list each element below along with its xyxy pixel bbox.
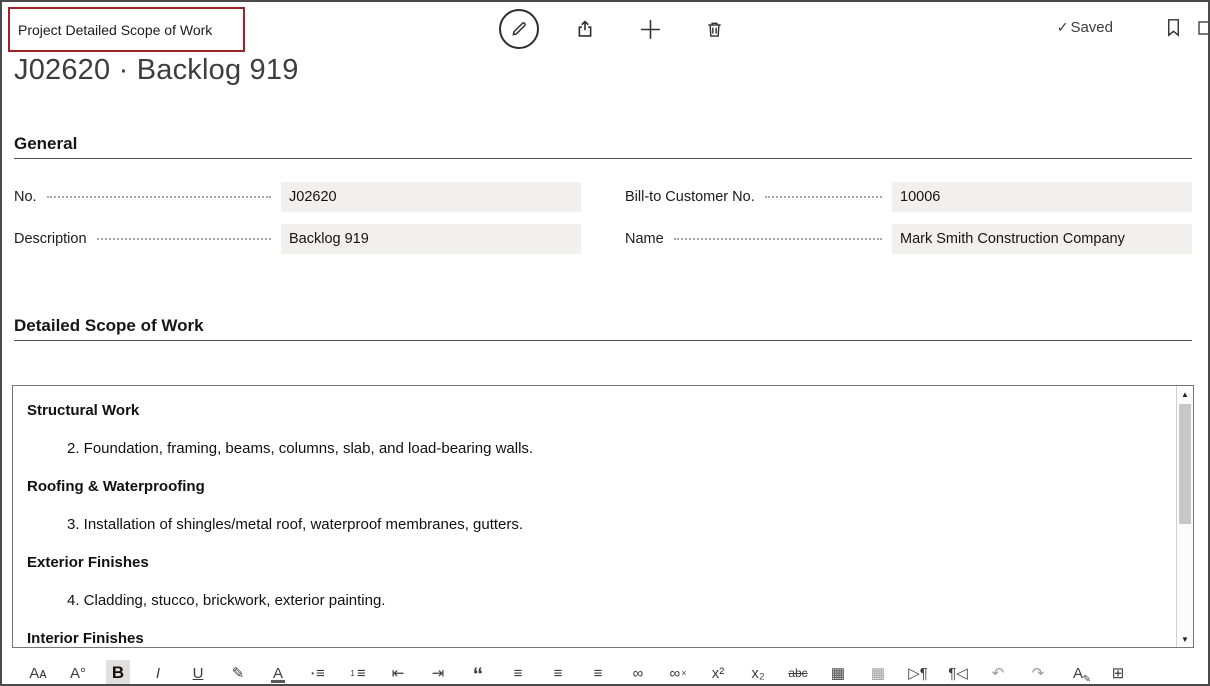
page-title: J02620 · Backlog 919: [14, 54, 299, 87]
bookmark-icon: [1165, 18, 1182, 37]
general-fields: No. Bill-to Customer No. Description Nam…: [14, 182, 1192, 254]
blockquote-button[interactable]: “: [466, 660, 490, 686]
field-description-label: Description: [14, 231, 87, 247]
editor-heading: Structural Work: [27, 400, 1176, 421]
italic-button[interactable]: I: [146, 660, 170, 686]
scope-section-heading: Detailed Scope of Work: [14, 316, 204, 336]
field-billto: Bill-to Customer No.: [625, 182, 1192, 212]
page-caption: Project Detailed Scope of Work: [18, 22, 212, 38]
dotted-leader: [765, 196, 882, 198]
insert-table-button[interactable]: ⊞: [1106, 660, 1130, 686]
share-button[interactable]: [575, 19, 595, 39]
plus-icon: [639, 18, 662, 41]
editor-heading: Interior Finishes: [27, 628, 1176, 647]
editor-content[interactable]: Structural Work 2. Foundation, framing, …: [13, 386, 1176, 647]
field-no-label: No.: [14, 189, 37, 205]
bullet-list-button[interactable]: ≡: [306, 660, 330, 686]
editor-paragraph: 4. Cladding, stucco, brickwork, exterior…: [67, 590, 1176, 611]
pencil-icon: [510, 20, 528, 38]
editor-heading: Roofing & Waterproofing: [27, 476, 1176, 497]
editor-toolbar: Aᴀ A° B I U ✎ A ≡ ≡ ⇤ ⇥ “ ≡ ≡ ≡ ∞ ∞ x² x…: [2, 658, 1208, 686]
field-no-input[interactable]: [281, 182, 581, 212]
window-edge-button[interactable]: [1198, 21, 1210, 35]
share-icon: [575, 19, 595, 39]
grow-font-button[interactable]: A°: [66, 660, 90, 686]
field-no: No.: [14, 182, 581, 212]
page-caption-highlight: Project Detailed Scope of Work: [8, 7, 245, 52]
field-name-input[interactable]: [892, 224, 1192, 254]
scroll-up-icon[interactable]: ▲: [1177, 386, 1193, 402]
insert-link-button[interactable]: ∞: [626, 660, 650, 686]
rtl-button[interactable]: ¶◁: [946, 660, 970, 686]
bold-button[interactable]: B: [106, 660, 130, 686]
editor-heading: Exterior Finishes: [27, 552, 1176, 573]
ltr-button[interactable]: ▷¶: [906, 660, 930, 686]
indent-button[interactable]: ⇥: [426, 660, 450, 686]
scroll-down-icon[interactable]: ▼: [1177, 631, 1193, 647]
dotted-leader: [674, 238, 882, 240]
general-section-heading: General: [14, 134, 77, 154]
save-status-label: Saved: [1070, 19, 1113, 36]
editor-scrollbar[interactable]: ▲ ▼: [1176, 386, 1193, 647]
edit-button[interactable]: [499, 9, 539, 49]
subscript-button[interactable]: x₂: [746, 660, 770, 686]
field-billto-input[interactable]: [892, 182, 1192, 212]
dotted-leader: [97, 238, 271, 240]
dotted-leader: [47, 196, 271, 198]
editor-paragraph: 3. Installation of shingles/metal roof, …: [67, 514, 1176, 535]
remove-link-button[interactable]: ∞: [666, 660, 690, 686]
strikethrough-button[interactable]: abc: [786, 660, 810, 686]
font-color-button[interactable]: A: [266, 660, 290, 686]
trash-icon: [705, 20, 724, 39]
field-description: Description: [14, 224, 581, 254]
number-list-button[interactable]: ≡: [346, 660, 370, 686]
insert-image-button[interactable]: ▦: [826, 660, 850, 686]
field-name-label: Name: [625, 231, 664, 247]
scrollbar-thumb[interactable]: [1179, 404, 1191, 524]
general-section-divider: [14, 158, 1192, 159]
outdent-button[interactable]: ⇤: [386, 660, 410, 686]
square-icon: [1198, 21, 1210, 35]
align-left-button[interactable]: ≡: [506, 660, 530, 686]
clear-format-button[interactable]: A: [1066, 660, 1090, 686]
scope-section-divider: [14, 340, 1192, 341]
delete-button[interactable]: [705, 20, 724, 39]
bookmark-button[interactable]: [1165, 18, 1182, 37]
underline-button[interactable]: U: [186, 660, 210, 686]
field-billto-label: Bill-to Customer No.: [625, 189, 755, 205]
undo-button[interactable]: ↶: [986, 660, 1010, 686]
save-status: ✓ Saved: [1057, 19, 1113, 36]
field-description-input[interactable]: [281, 224, 581, 254]
rich-text-editor[interactable]: Structural Work 2. Foundation, framing, …: [12, 385, 1194, 648]
superscript-button[interactable]: x²: [706, 660, 730, 686]
check-icon: ✓: [1057, 19, 1069, 36]
insert-media-button[interactable]: ▦: [866, 660, 890, 686]
highlight-button[interactable]: ✎: [226, 660, 250, 686]
font-size-button[interactable]: Aᴀ: [26, 660, 50, 686]
page-window: Project Detailed Scope of Work: [0, 0, 1210, 686]
align-center-button[interactable]: ≡: [546, 660, 570, 686]
align-right-button[interactable]: ≡: [586, 660, 610, 686]
redo-button[interactable]: ↷: [1026, 660, 1050, 686]
editor-paragraph: 2. Foundation, framing, beams, columns, …: [67, 438, 1176, 459]
field-name: Name: [625, 224, 1192, 254]
action-toolbar: [499, 9, 724, 49]
new-button[interactable]: [639, 18, 662, 41]
